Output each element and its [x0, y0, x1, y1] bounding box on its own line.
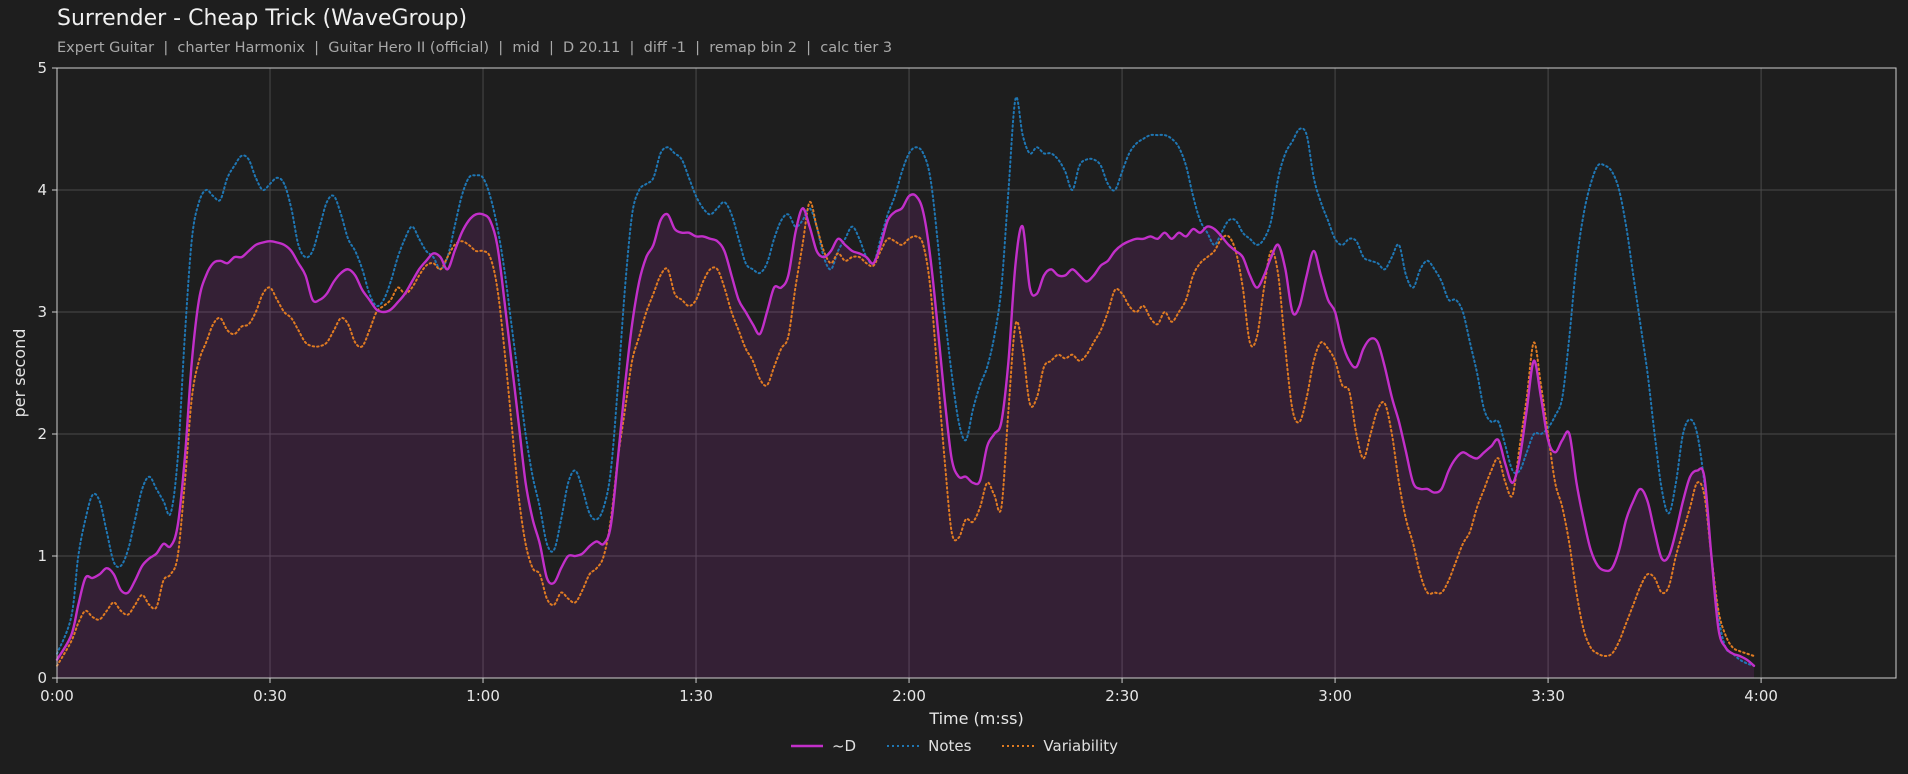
series-area-0 — [57, 194, 1754, 678]
x-tick-label: 1:00 — [466, 687, 500, 705]
legend-label-d: ~D — [831, 737, 857, 755]
x-tick-label: 0:30 — [253, 687, 287, 705]
legend-item-notes: Notes — [886, 737, 971, 755]
legend-swatch-notes — [887, 745, 920, 747]
x-tick-label: 2:00 — [892, 687, 926, 705]
x-tick-label: 3:30 — [1531, 687, 1565, 705]
x-tick-label: 1:30 — [679, 687, 713, 705]
legend-item-variability: Variability — [1001, 737, 1118, 755]
y-tick-label: 5 — [37, 59, 47, 77]
legend-item-d: ~D — [790, 737, 856, 755]
series-layer — [55, 96, 1756, 678]
legend-swatch-d — [790, 744, 823, 748]
legend-label-notes: Notes — [928, 737, 972, 755]
y-tick-label: 3 — [37, 303, 47, 321]
legend-swatch-variability — [1002, 745, 1035, 747]
y-tick-label: 4 — [37, 181, 47, 199]
chart-area: 0:00 0:30 1:00 1:30 2:00 2:30 3:00 3:30 4:00 0 1 2 3… — [10, 59, 1897, 728]
y-tick-label: 0 — [37, 669, 47, 687]
x-axis-label: Time (m:ss) — [928, 709, 1023, 728]
y-tick-label: 2 — [37, 425, 47, 443]
y-axis-label: per second — [10, 329, 29, 418]
y-tick-label: 1 — [37, 547, 47, 565]
x-tick-label: 0:00 — [40, 687, 74, 705]
legend-label-variability: Variability — [1043, 737, 1119, 755]
x-tick-label: 4:00 — [1744, 687, 1778, 705]
x-tick-label: 2:30 — [1105, 687, 1139, 705]
x-tick-label: 3:00 — [1318, 687, 1352, 705]
legend: ~D Notes Variability — [0, 737, 1908, 755]
